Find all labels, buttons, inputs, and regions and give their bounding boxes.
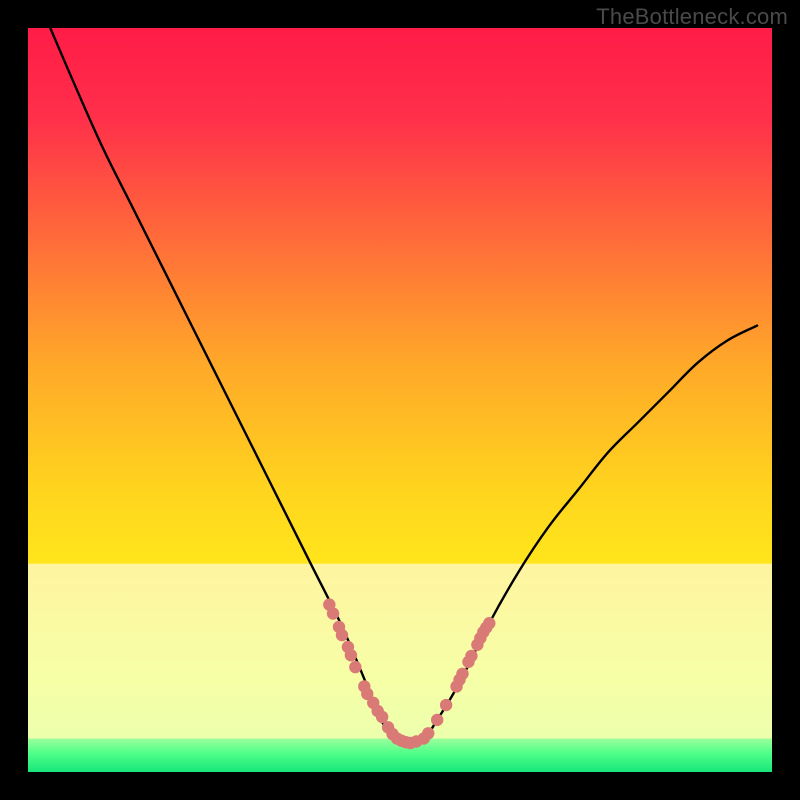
chart-stage: TheBottleneck.com (0, 0, 800, 800)
bottleneck-chart (0, 0, 800, 800)
watermark-label: TheBottleneck.com (596, 4, 788, 30)
marker-region (311, 579, 504, 758)
plot-area (0, 0, 800, 800)
